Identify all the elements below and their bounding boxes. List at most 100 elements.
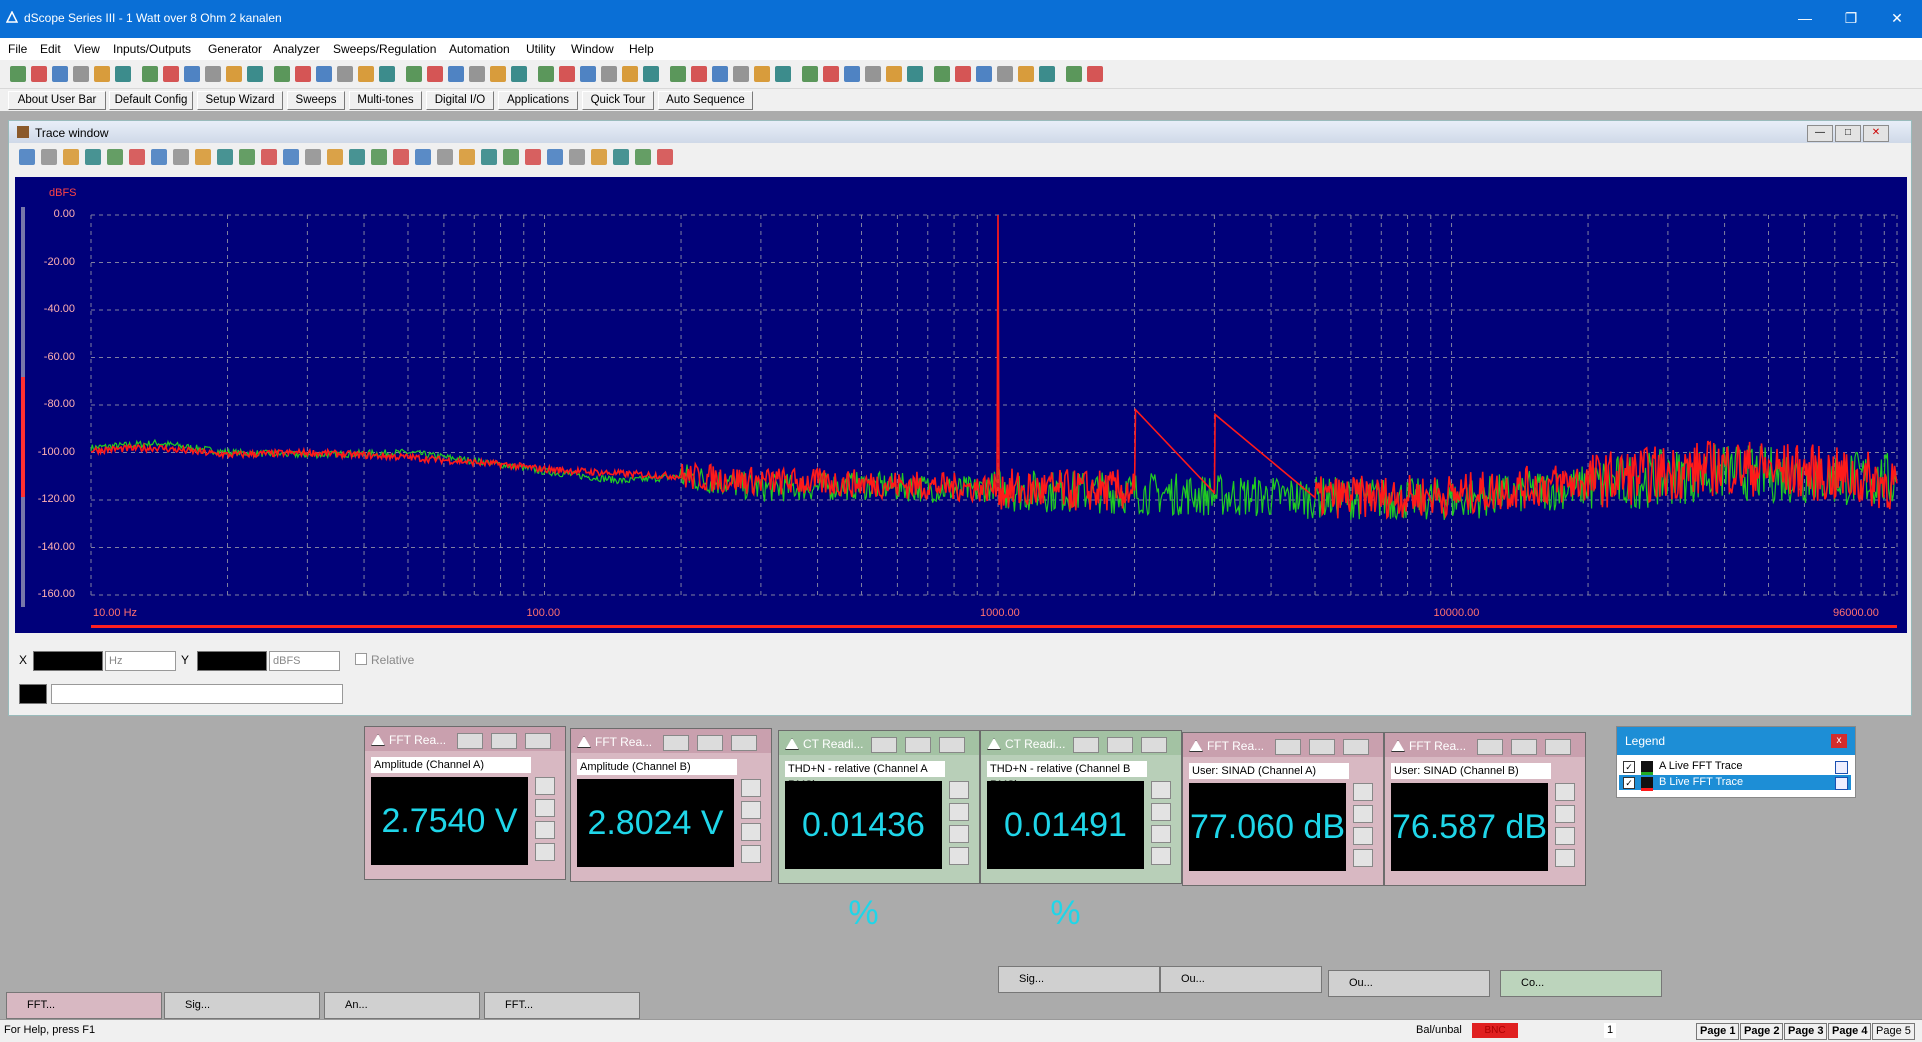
trace-tool-icon[interactable] (393, 149, 409, 165)
default-config-button[interactable]: Default Config (109, 91, 193, 110)
readout-option-icon[interactable] (535, 843, 555, 861)
toolbar-tool-icon[interactable] (358, 66, 374, 82)
toolbar-tool-icon[interactable] (427, 66, 443, 82)
legend-checkbox[interactable]: ✓ (1623, 761, 1635, 773)
readout-close-button[interactable] (1545, 739, 1571, 755)
multi-tones-button[interactable]: Multi-tones (349, 91, 422, 110)
toolbar-tool-icon[interactable] (274, 66, 290, 82)
toolbar-tool-icon[interactable] (622, 66, 638, 82)
toolbar-tool-icon[interactable] (559, 66, 575, 82)
readout-close-button[interactable] (525, 733, 551, 749)
readout-option-icon[interactable] (949, 847, 969, 865)
trace-tool-icon[interactable] (327, 149, 343, 165)
minimized-window[interactable]: Co... (1500, 970, 1662, 997)
minimized-window[interactable]: Sig... (998, 966, 1160, 993)
toolbar-tool-icon[interactable] (844, 66, 860, 82)
toolbar-tool-icon[interactable] (976, 66, 992, 82)
toolbar-tool-icon[interactable] (733, 66, 749, 82)
minimized-window[interactable]: An... (324, 992, 480, 1019)
toolbar-tool-icon[interactable] (1039, 66, 1055, 82)
toolbar-tool-icon[interactable] (379, 66, 395, 82)
toolbar-tool-icon[interactable] (142, 66, 158, 82)
fft-plot[interactable]: dBFS 0.00 -20.00 -40.00 -60.00 -80.00 -100.00… (15, 177, 1907, 633)
readout-option-icon[interactable] (1555, 849, 1575, 867)
readout-option-icon[interactable] (1151, 825, 1171, 843)
trace-tool-icon[interactable] (459, 149, 475, 165)
readout-option-icon[interactable] (741, 845, 761, 863)
toolbar-tool-icon[interactable] (406, 66, 422, 82)
menu-sweeps-regulation[interactable]: Sweeps/Regulation (333, 42, 436, 56)
legend-item[interactable]: ✓ B Live FFT Trace (1619, 775, 1851, 791)
readout-maximize-button[interactable] (491, 733, 517, 749)
minimized-window[interactable]: Sig... (164, 992, 320, 1019)
readout-maximize-button[interactable] (1511, 739, 1537, 755)
menu-view[interactable]: View (74, 42, 100, 56)
cursor-text-field[interactable] (51, 684, 343, 704)
trace-tool-icon[interactable] (173, 149, 189, 165)
readout-minimize-button[interactable] (1073, 737, 1099, 753)
trace-tool-icon[interactable] (85, 149, 101, 165)
toolbar-tool-icon[interactable] (205, 66, 221, 82)
readout-option-icon[interactable] (741, 779, 761, 797)
trace-tool-icon[interactable] (635, 149, 651, 165)
readout-maximize-button[interactable] (1309, 739, 1335, 755)
trace-tool-icon[interactable] (525, 149, 541, 165)
toolbar-tool-icon[interactable] (52, 66, 68, 82)
readout-option-icon[interactable] (1353, 827, 1373, 845)
restore-button[interactable]: ❐ (1828, 0, 1874, 38)
toolbar-tool-icon[interactable] (934, 66, 950, 82)
legend-properties-icon[interactable] (1835, 761, 1848, 774)
toolbar-tool-icon[interactable] (886, 66, 902, 82)
trace-tool-icon[interactable] (371, 149, 387, 165)
toolbar-tool-icon[interactable] (10, 66, 26, 82)
readout-maximize-button[interactable] (1107, 737, 1133, 753)
toolbar-tool-icon[interactable] (643, 66, 659, 82)
readout-minimize-button[interactable] (457, 733, 483, 749)
legend-item[interactable]: ✓ A Live FFT Trace (1619, 759, 1851, 775)
toolbar-tool-icon[interactable] (865, 66, 881, 82)
cursor-x-unit[interactable]: Hz (105, 651, 176, 671)
trace-tool-icon[interactable] (129, 149, 145, 165)
toolbar-tool-icon[interactable] (955, 66, 971, 82)
readout-option-icon[interactable] (1151, 781, 1171, 799)
trace-tool-icon[interactable] (19, 149, 35, 165)
trace-tool-icon[interactable] (63, 149, 79, 165)
cursor-x-value[interactable] (33, 651, 103, 671)
readout-option-icon[interactable] (535, 799, 555, 817)
toolbar-tool-icon[interactable] (907, 66, 923, 82)
menu-utility[interactable]: Utility (526, 42, 555, 56)
menu-help[interactable]: Help (629, 42, 654, 56)
page-tab[interactable]: Page 5 (1872, 1023, 1915, 1040)
trace-tool-icon[interactable] (151, 149, 167, 165)
page-tab[interactable]: Page 1 (1696, 1023, 1740, 1040)
toolbar-tool-icon[interactable] (538, 66, 554, 82)
menu-analyzer[interactable]: Analyzer (273, 42, 320, 56)
trace-tool-icon[interactable] (481, 149, 497, 165)
toolbar-tool-icon[interactable] (1066, 66, 1082, 82)
readout-option-icon[interactable] (1353, 849, 1373, 867)
trace-close-button[interactable]: ✕ (1863, 125, 1889, 142)
toolbar-tool-icon[interactable] (31, 66, 47, 82)
minimized-window[interactable]: FFT... (484, 992, 640, 1019)
trace-tool-icon[interactable] (261, 149, 277, 165)
page-tab[interactable]: Page 2 (1740, 1023, 1784, 1040)
toolbar-tool-icon[interactable] (115, 66, 131, 82)
setup-wizard-button[interactable]: Setup Wizard (197, 91, 283, 110)
toolbar-tool-icon[interactable] (712, 66, 728, 82)
trace-tool-icon[interactable] (415, 149, 431, 165)
toolbar-tool-icon[interactable] (823, 66, 839, 82)
trace-tool-icon[interactable] (195, 149, 211, 165)
menu-window[interactable]: Window (571, 42, 614, 56)
toolbar-tool-icon[interactable] (226, 66, 242, 82)
trace-tool-icon[interactable] (41, 149, 57, 165)
digital-io-button[interactable]: Digital I/O (426, 91, 494, 110)
toolbar-tool-icon[interactable] (580, 66, 596, 82)
legend-close-button[interactable]: x (1831, 734, 1847, 748)
cursor-y-unit[interactable]: dBFS (269, 651, 340, 671)
readout-maximize-button[interactable] (905, 737, 931, 753)
applications-button[interactable]: Applications (498, 91, 578, 110)
close-button[interactable]: ✕ (1874, 0, 1920, 38)
readout-option-icon[interactable] (1151, 803, 1171, 821)
toolbar-tool-icon[interactable] (1018, 66, 1034, 82)
quick-tour-button[interactable]: Quick Tour (582, 91, 654, 110)
